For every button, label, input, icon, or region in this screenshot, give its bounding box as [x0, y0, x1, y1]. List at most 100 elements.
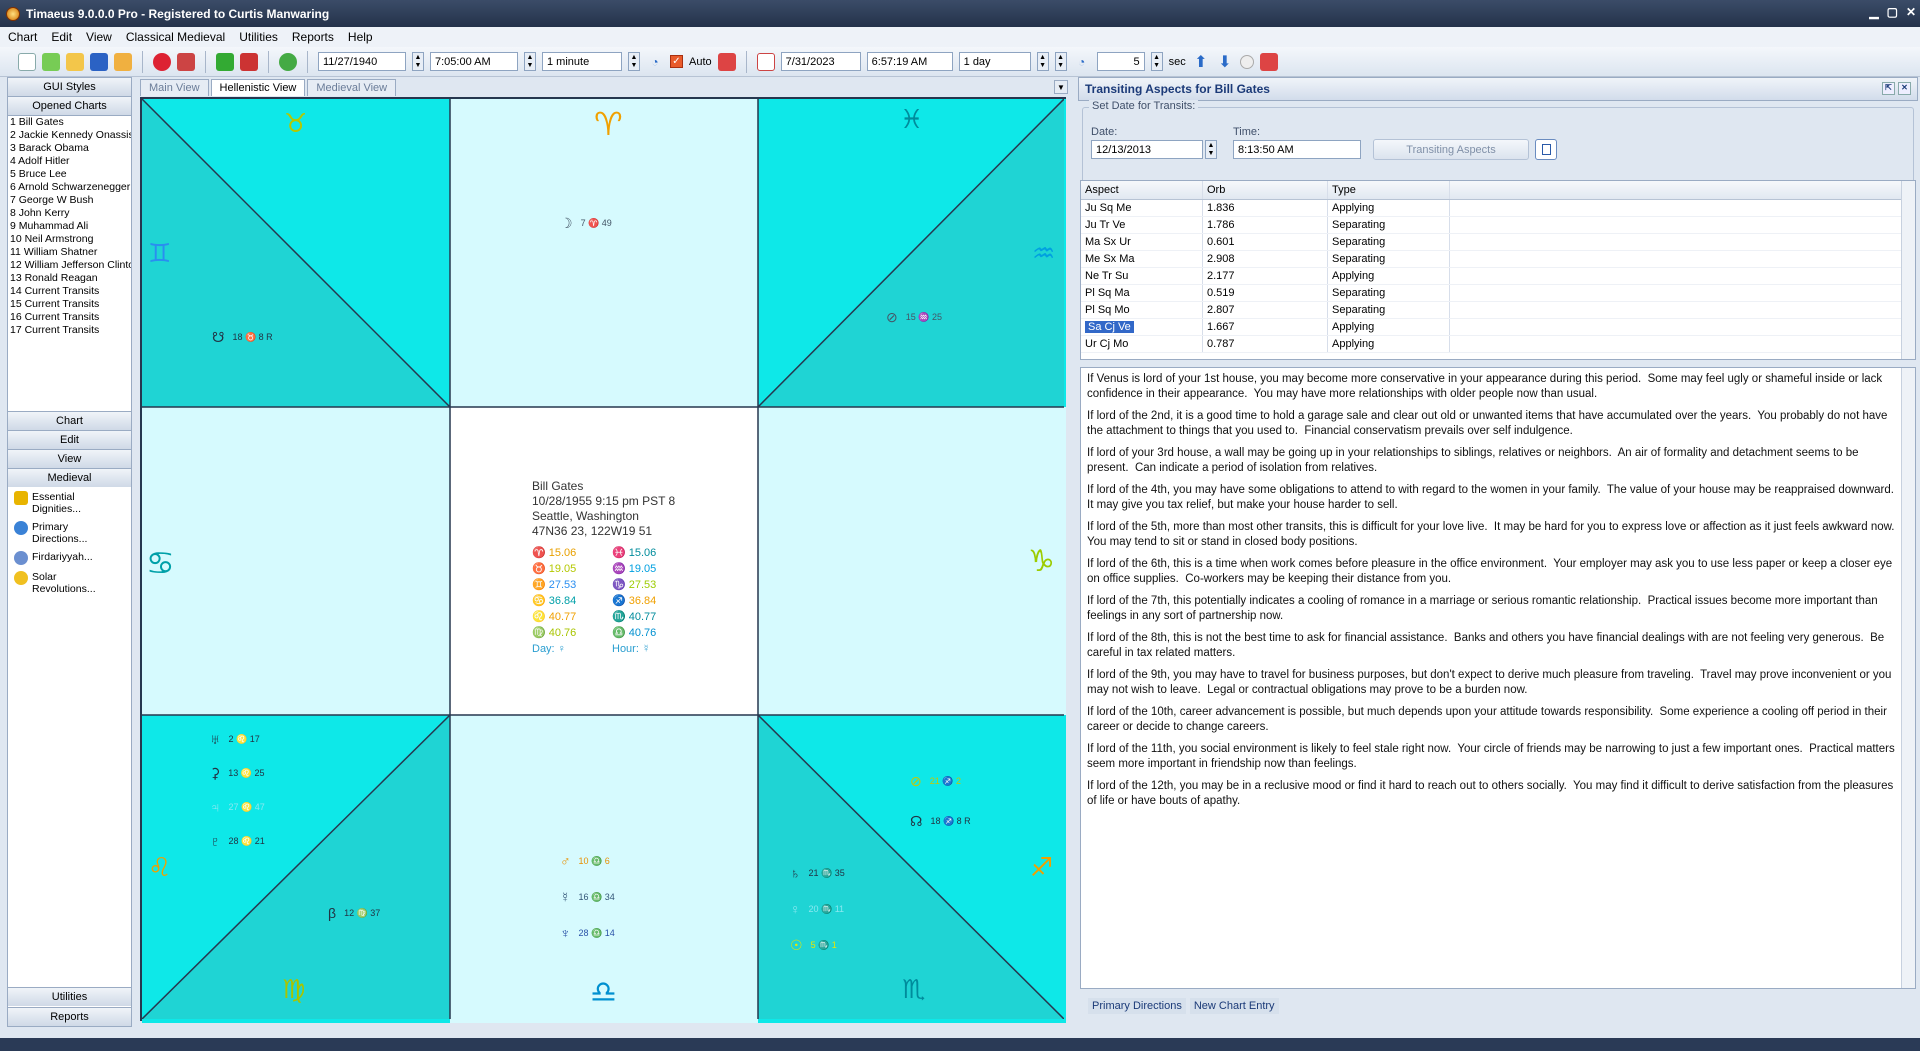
transiting-aspects-button[interactable]: Transiting Aspects: [1373, 139, 1529, 160]
tab-main-view[interactable]: Main View: [140, 79, 209, 96]
start-date-stepper[interactable]: ▲ ▼: [412, 52, 424, 71]
interval-stepper[interactable]: ▲ ▼: [1150, 52, 1163, 71]
nav-view[interactable]: View: [8, 449, 131, 468]
transit-time-input[interactable]: 6:57:19 AM: [866, 52, 953, 71]
gui-styles-header[interactable]: GUI Styles: [8, 78, 131, 97]
chart-list-item[interactable]: 7 George W Bush: [8, 194, 131, 207]
folder-icon[interactable]: [66, 52, 84, 71]
table-scrollbar[interactable]: [1901, 181, 1915, 359]
menu-view[interactable]: View: [86, 30, 112, 44]
table-row[interactable]: Ju Sq Me 1.836 Applying: [1081, 200, 1915, 217]
transit-time-field[interactable]: 8:13:50 AM: [1233, 140, 1361, 159]
start-time-input[interactable]: 7:05:00 AM: [430, 52, 518, 71]
opened-charts-header[interactable]: Opened Charts: [8, 97, 131, 116]
auto-checkbox[interactable]: ✓: [670, 55, 683, 68]
tab-primary-directions[interactable]: Primary Directions: [1088, 998, 1186, 1014]
chart-list-item[interactable]: 3 Barack Obama: [8, 142, 131, 155]
chart-list-item[interactable]: 4 Adolf Hitler: [8, 155, 131, 168]
close-button[interactable]: ✕: [1906, 5, 1916, 19]
clock-icon[interactable]: ◔: [646, 53, 664, 71]
chart-wheel-icon[interactable]: [153, 52, 171, 71]
approve-icon[interactable]: [216, 52, 234, 71]
interval-input[interactable]: 5: [1096, 52, 1145, 71]
chart-list-item[interactable]: 17 Current Transits: [8, 324, 131, 337]
chart-list-item[interactable]: 16 Current Transits: [8, 311, 131, 324]
chart-list-item[interactable]: 1 Bill Gates: [8, 116, 131, 129]
chart-list-item[interactable]: 2 Jackie Kennedy Onassis: [8, 129, 131, 142]
arrow-up-icon[interactable]: ⬆: [1192, 53, 1210, 71]
menu-edit[interactable]: Edit: [51, 30, 72, 44]
minimize-button[interactable]: ▁: [1869, 5, 1878, 19]
transit-date-input[interactable]: 7/31/2023: [780, 52, 861, 71]
table-row[interactable]: Me Sx Ma 2.908 Separating: [1081, 251, 1915, 268]
nav-reports[interactable]: Reports: [8, 1007, 131, 1026]
menu-help[interactable]: Help: [348, 30, 373, 44]
chart-list-item[interactable]: 9 Muhammad Ali: [8, 220, 131, 233]
table-row[interactable]: Ne Tr Su 2.177 Applying: [1081, 268, 1915, 285]
tab-hellenistic-view[interactable]: Hellenistic View: [210, 79, 306, 96]
new-file-icon[interactable]: [18, 52, 36, 71]
tab-dropdown-button[interactable]: ▼: [1054, 80, 1068, 94]
calendar-icon[interactable]: [756, 52, 775, 71]
step-select[interactable]: 1 minute: [542, 52, 622, 71]
transit-step-stepper-2[interactable]: ▲ ▼: [1054, 52, 1067, 71]
nav-medieval[interactable]: Medieval: [8, 468, 131, 487]
chart-list-item[interactable]: 15 Current Transits: [8, 298, 131, 311]
chart-list-item[interactable]: 5 Bruce Lee: [8, 168, 131, 181]
tab-medieval-view[interactable]: Medieval View: [307, 79, 397, 96]
start-time-stepper[interactable]: ▲ ▼: [524, 52, 536, 71]
save-icon[interactable]: [90, 52, 108, 71]
table-row[interactable]: Sa Cj Ve 1.667 Applying: [1081, 319, 1915, 336]
chart-list-item[interactable]: 12 William Jefferson Clinton: [8, 259, 131, 272]
nav-edit[interactable]: Edit: [8, 430, 131, 449]
nav-chart[interactable]: Chart: [8, 411, 131, 430]
tab-new-chart-entry[interactable]: New Chart Entry: [1189, 998, 1279, 1014]
stop-transit-icon[interactable]: [1259, 52, 1278, 71]
close-panel-icon[interactable]: ✕: [1898, 82, 1911, 95]
primary-directions-item[interactable]: Primary Directions...: [8, 517, 131, 547]
chart-list-item[interactable]: 6 Arnold Schwarzenegger: [8, 181, 131, 194]
maximize-button[interactable]: ▢: [1887, 5, 1898, 19]
chart-list-item[interactable]: 14 Current Transits: [8, 285, 131, 298]
firdariyyah-item[interactable]: Firdariyyah...: [8, 547, 131, 567]
transit-step-select[interactable]: 1 day: [958, 52, 1031, 71]
fortune-degree: 21 ♐ 2: [929, 776, 961, 786]
chart-list-item[interactable]: 11 William Shatner: [8, 246, 131, 259]
table-row[interactable]: Ur Cj Mo 0.787 Applying: [1081, 336, 1915, 353]
nav-utilities[interactable]: Utilities: [8, 987, 131, 1006]
text-scrollbar[interactable]: [1901, 368, 1915, 988]
reject-icon[interactable]: [240, 52, 258, 71]
col-orb[interactable]: Orb: [1203, 181, 1328, 199]
solar-revolutions-item[interactable]: Solar Revolutions...: [8, 567, 131, 597]
delete-chart-icon[interactable]: [177, 52, 195, 71]
chart-list-item[interactable]: 8 John Kerry: [8, 207, 131, 220]
col-aspect[interactable]: Aspect: [1081, 181, 1203, 199]
chart-list-item[interactable]: 13 Ronald Reagan: [8, 272, 131, 285]
globe-refresh-icon[interactable]: [279, 52, 297, 71]
arrow-down-icon[interactable]: ⬇: [1216, 53, 1234, 71]
menu-classical-medieval[interactable]: Classical Medieval: [126, 30, 225, 44]
essential-dignities-item[interactable]: Essential Dignities...: [8, 487, 131, 517]
chart-list-item[interactable]: 10 Neil Armstrong: [8, 233, 131, 246]
open-check-icon[interactable]: [42, 52, 60, 71]
table-row[interactable]: Pl Sq Mo 2.807 Separating: [1081, 302, 1915, 319]
table-row[interactable]: Ma Sx Ur 0.601 Separating: [1081, 234, 1915, 251]
time-sync-icon[interactable]: ◔: [1073, 53, 1091, 71]
transit-date-stepper[interactable]: ▲ ▼: [1205, 140, 1217, 159]
menu-reports[interactable]: Reports: [292, 30, 334, 44]
save-all-icon[interactable]: [114, 52, 132, 71]
start-date-input[interactable]: 11/27/1940: [318, 52, 406, 71]
record-icon[interactable]: [1239, 54, 1254, 69]
pin-icon[interactable]: ⇱: [1882, 82, 1895, 95]
table-row[interactable]: Pl Sq Ma 0.519 Separating: [1081, 285, 1915, 302]
copy-icon[interactable]: [1535, 139, 1557, 160]
col-type[interactable]: Type: [1328, 181, 1450, 199]
menu-utilities[interactable]: Utilities: [239, 30, 278, 44]
table-row[interactable]: Ju Tr Ve 1.786 Separating: [1081, 217, 1915, 234]
type-cell: Separating: [1328, 285, 1450, 301]
transit-step-stepper[interactable]: ▲ ▼: [1036, 52, 1049, 71]
menu-chart[interactable]: Chart: [8, 30, 37, 44]
stop-icon[interactable]: [717, 52, 736, 71]
step-stepper[interactable]: ▲ ▼: [628, 52, 640, 71]
transit-date-field[interactable]: 12/13/2013: [1091, 140, 1203, 159]
